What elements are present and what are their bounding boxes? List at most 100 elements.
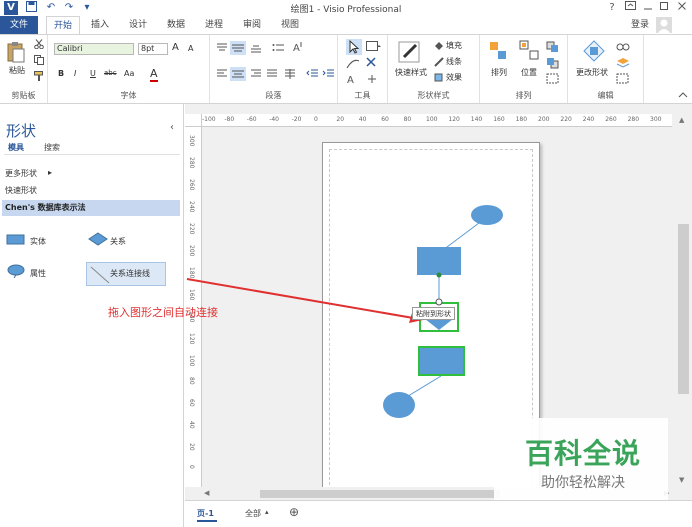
connection-point-icon[interactable] [366,73,378,88]
tab-file[interactable]: 文件 [0,16,38,34]
font-color-button[interactable]: A [150,67,158,82]
shape-attribute[interactable] [6,264,26,281]
italic-button[interactable]: I [74,69,76,78]
change-shape-icon[interactable] [582,39,606,68]
paste-button[interactable]: 粘贴 [4,65,30,76]
align-right-icon[interactable] [250,69,262,82]
align-center-icon[interactable] [230,67,246,81]
tab-search[interactable]: 搜索 [44,142,60,153]
justify-icon[interactable] [266,69,278,82]
tab-home[interactable]: 开始 [46,16,80,34]
help-button[interactable]: ? [604,1,620,15]
arrange-button[interactable]: 排列 [486,67,512,78]
layers-icon[interactable] [616,57,630,72]
paste-icon[interactable] [6,41,26,66]
shape-relationship[interactable] [88,232,108,249]
format-painter-icon[interactable] [34,71,44,84]
scroll-down-icon[interactable]: ▼ [679,476,684,484]
find-icon[interactable] [616,41,630,56]
window-title: 绘图1 - Visio Professional [290,5,402,15]
font-size-combo[interactable]: 8pt [138,43,168,55]
annotation-text: 拖入图形之间自动连接 [108,306,218,319]
font-group: Calibri 8pt A A B I U abc Aa A 字体 [48,35,210,103]
quick-styles-icon[interactable] [398,39,422,68]
all-pages-button[interactable]: 全部 [245,508,261,519]
line-icon[interactable] [434,57,444,70]
select-icon[interactable] [616,73,630,88]
shape-entity[interactable] [6,234,26,249]
text-direction-icon[interactable]: A [292,41,304,56]
attribute-ellipse-bottom[interactable] [383,392,415,418]
tab-design[interactable]: 设计 [122,16,154,34]
align-left-icon[interactable] [216,69,228,82]
position-button[interactable]: 位置 [516,67,542,78]
increase-indent-icon[interactable] [322,69,334,82]
svg-text:A: A [347,75,354,85]
align-shapes-icon[interactable] [488,39,510,68]
vertical-scrollbar[interactable]: ▲ ▼ [675,114,692,487]
close-button[interactable] [674,1,690,15]
collapse-ribbon-icon[interactable] [678,91,688,102]
group-icon[interactable] [546,73,560,88]
shrink-font-button[interactable]: A [188,44,193,53]
effects-button[interactable]: 效果 [446,72,462,83]
fill-icon[interactable] [434,41,444,54]
shapes-panel-title: 形状 [6,122,37,140]
page-tab-1[interactable]: 页-1 [197,508,214,519]
bring-to-front-icon[interactable] [546,41,560,56]
entity-rectangle-bottom-selected[interactable] [418,346,465,376]
line-button[interactable]: 线条 [446,56,462,67]
grow-font-button[interactable]: A [172,42,179,53]
effects-icon[interactable] [434,73,444,86]
horizontal-scroll-thumb[interactable] [260,490,500,498]
tab-insert[interactable]: 插入 [84,16,116,34]
position-icon[interactable] [518,39,540,68]
watermark: 百科全说 助你轻松解决 [494,418,668,500]
tab-review[interactable]: 审阅 [236,16,268,34]
underline-button[interactable]: U [90,69,96,78]
pointer-tool-icon[interactable] [346,39,362,55]
tab-view[interactable]: 视图 [274,16,306,34]
text-tool-icon[interactable]: A [346,73,360,88]
delete-connection-icon[interactable] [366,57,376,70]
panel-divider [4,154,180,155]
stencil-chen-database[interactable]: Chen's 数据库表示法 [2,200,180,216]
rectangle-tool-icon[interactable] [366,41,382,56]
send-to-back-icon[interactable] [546,57,560,72]
more-shapes-item[interactable]: 更多形状 [5,168,37,179]
login-link[interactable]: 登录 [626,16,654,34]
change-case-button[interactable]: Aa [124,69,134,78]
ribbon-display-options-icon[interactable] [622,1,638,15]
decrease-indent-icon[interactable] [306,69,318,82]
align-bottom-icon[interactable] [250,43,262,56]
change-shape-button[interactable]: 更改形状 [572,67,612,78]
attribute-ellipse-top[interactable] [471,205,503,225]
scroll-left-icon[interactable]: ◀ [204,489,209,497]
copy-icon[interactable] [34,55,44,68]
strikethrough-button[interactable]: abc [104,69,117,77]
tab-stencils[interactable]: 模具 [8,142,24,153]
maximize-button[interactable] [656,1,672,15]
collapse-panel-icon[interactable]: ‹ [170,122,174,133]
fill-button[interactable]: 填充 [446,40,462,51]
justify-distributed-icon[interactable] [284,69,296,82]
vertical-scroll-thumb[interactable] [678,224,689,394]
minimize-button[interactable] [640,1,656,15]
quick-styles-button[interactable]: 快速样式 [392,67,430,78]
font-name-combo[interactable]: Calibri [54,43,134,55]
entity-rectangle-top[interactable] [417,247,461,275]
align-middle-icon[interactable] [230,41,246,55]
cut-icon[interactable] [34,39,44,52]
quick-shapes-item[interactable]: 快速形状 [5,185,37,196]
user-avatar-icon[interactable] [656,17,672,33]
bullets-icon[interactable] [272,43,284,56]
shape-style-group: 快速样式 填充 线条 效果 形状样式 [388,35,480,103]
font-group-label: 字体 [120,91,137,100]
tab-data[interactable]: 数据 [160,16,192,34]
scroll-up-icon[interactable]: ▲ [679,116,684,124]
bold-button[interactable]: B [58,69,64,78]
align-top-icon[interactable] [216,43,228,56]
connector-tool-icon[interactable] [346,57,360,72]
tab-process[interactable]: 进程 [198,16,230,34]
add-page-icon[interactable]: ⊕ [289,505,299,519]
